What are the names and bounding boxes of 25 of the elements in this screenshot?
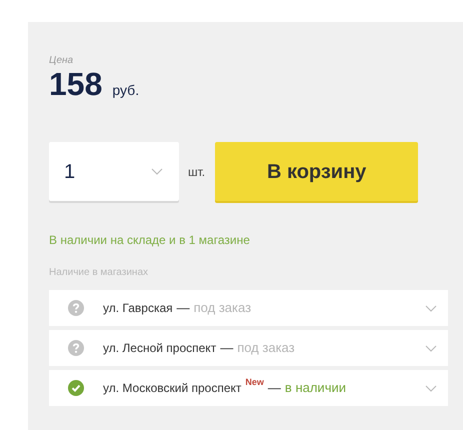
new-label: New [245,376,264,390]
stores-heading: Наличие в магазинах [49,266,149,280]
quantity-select[interactable]: 1 [49,142,179,201]
check-icon [68,380,84,396]
price-label: Цена [49,56,74,66]
chevron-icon [151,168,163,175]
store-row[interactable]: ул. Лесной проспект — под заказ [49,330,448,366]
unit-label: шт. [188,164,206,180]
store-row[interactable]: ул. Московский проспект New — в наличии [49,370,448,406]
dash: — [268,379,281,398]
add-to-cart-button[interactable]: В корзину [215,142,418,201]
question-icon [68,340,84,356]
store-name: ул. Лесной проспект [103,340,216,357]
dash: — [220,339,234,358]
store-name: ул. Московский проспект [103,380,242,397]
dash: — [176,299,190,318]
question-icon [68,300,84,316]
store-status: под заказ [194,299,252,318]
stock-summary: В наличии на складе и в 1 магазине [49,232,251,249]
price-value: 158 [49,68,102,100]
store-name: ул. Гаврская [103,300,173,317]
store-status: в наличии [284,379,346,398]
store-row[interactable]: ул. Гаврская — под заказ [49,290,448,326]
store-status: под заказ [237,339,295,358]
currency: руб. [112,81,140,100]
